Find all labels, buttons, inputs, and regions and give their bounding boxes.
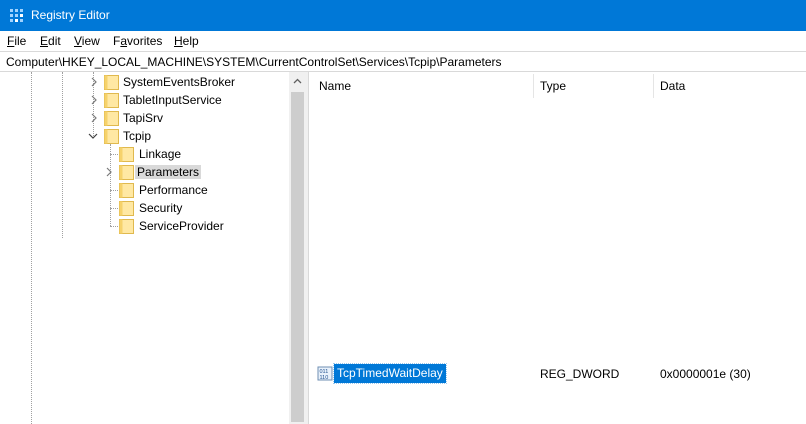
tree-item-label: Security (139, 201, 183, 215)
chevron-right-icon[interactable] (104, 167, 114, 177)
tree-item-tabletinputservice[interactable]: TabletInputService (0, 91, 289, 109)
pane-splitter[interactable] (306, 72, 309, 424)
tree-item-label: ServiceProvider (139, 219, 224, 233)
menu-edit[interactable]: Edit (40, 34, 61, 48)
address-path[interactable]: Computer\HKEY_LOCAL_MACHINE\SYSTEM\Curre… (6, 55, 502, 69)
folder-icon (119, 201, 134, 216)
scroll-up-arrow-icon[interactable] (293, 78, 302, 84)
value-type: REG_DWORD (540, 367, 620, 381)
reg-dword-icon: 011 110 (317, 366, 333, 381)
tree-item-systemeventsbroker[interactable]: SystemEventsBroker (0, 73, 289, 91)
tree-item-label: Parameters (135, 165, 202, 179)
window-title: Registry Editor (31, 8, 110, 22)
column-header-data[interactable]: Data (660, 79, 685, 93)
menu-view[interactable]: View (74, 34, 100, 48)
chevron-right-icon[interactable] (89, 113, 99, 123)
chevron-right-icon[interactable] (89, 95, 99, 105)
svg-text:110: 110 (320, 375, 329, 381)
folder-icon (119, 165, 134, 180)
folder-icon (119, 147, 134, 162)
value-data: 0x0000001e (30) (660, 367, 751, 381)
folder-icon (119, 219, 134, 234)
tree-item-label: SystemEventsBroker (123, 75, 236, 89)
tree-item-label: TabletInputService (123, 93, 222, 107)
tree-item-tapisrv[interactable]: TapiSrv (0, 109, 289, 127)
tree-item-label: Linkage (139, 147, 182, 161)
key-tree-pane[interactable]: SystemEventsBroker TabletInputService Ta… (0, 72, 306, 424)
folder-icon (104, 111, 119, 126)
title-bar: Registry Editor (0, 0, 806, 31)
tree-item-linkage[interactable]: Linkage (0, 145, 289, 163)
value-row[interactable]: 011 110 TcpTimedWaitDelay REG_DWORD 0x00… (314, 363, 806, 384)
menu-favorites[interactable]: Favorites (113, 34, 162, 48)
column-divider[interactable] (653, 74, 654, 98)
registry-editor-icon (10, 9, 23, 22)
chevron-right-icon[interactable] (89, 77, 99, 87)
tree-item-security[interactable]: Security (0, 199, 289, 217)
tree-item-label: Tcpip (123, 129, 152, 143)
tree-item-parameters[interactable]: Parameters (0, 163, 289, 181)
tree-item-serviceprovider[interactable]: ServiceProvider (0, 217, 289, 235)
menu-help[interactable]: Help (174, 34, 199, 48)
value-name[interactable]: TcpTimedWaitDelay (333, 363, 447, 384)
column-header-type[interactable]: Type (540, 79, 566, 93)
address-bar[interactable]: Computer\HKEY_LOCAL_MACHINE\SYSTEM\Curre… (0, 51, 806, 72)
scrollbar-thumb[interactable] (291, 92, 304, 422)
folder-icon (119, 183, 134, 198)
tree-item-tcpip[interactable]: Tcpip (0, 127, 289, 145)
menu-bar: File Edit View Favorites Help (0, 31, 806, 51)
folder-open-icon (104, 129, 119, 144)
tree-scrollbar[interactable] (289, 72, 306, 424)
tree-item-performance[interactable]: Performance (0, 181, 289, 199)
column-header-name[interactable]: Name (319, 79, 351, 93)
tree-item-label: TapiSrv (123, 111, 164, 125)
tree-item-label: Performance (139, 183, 208, 197)
column-divider[interactable] (533, 74, 534, 98)
folder-icon (104, 93, 119, 108)
menu-file[interactable]: File (7, 34, 26, 48)
folder-icon (104, 75, 119, 90)
chevron-down-icon[interactable] (88, 131, 98, 141)
